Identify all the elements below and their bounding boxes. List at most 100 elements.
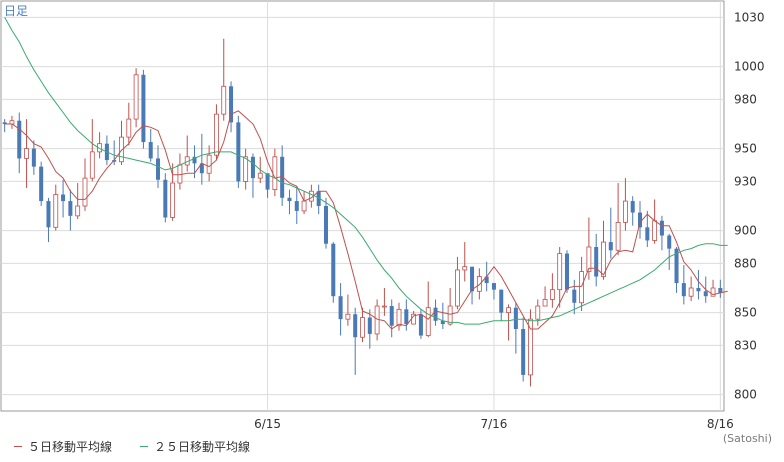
candle-body	[645, 227, 650, 241]
candle-body	[447, 305, 453, 325]
candle-body	[272, 156, 278, 191]
candle-body	[287, 197, 292, 202]
candle-body	[323, 206, 328, 244]
candle-body	[506, 307, 511, 313]
x-tick-label: 7/16	[480, 417, 507, 431]
candle-body	[382, 305, 387, 308]
candle-body	[608, 242, 613, 251]
y-axis-ticks: 800 830 850 880 900 930 950 980 1000 1030	[734, 10, 765, 401]
candle-body	[425, 307, 431, 336]
y-tick-label: 930	[734, 174, 757, 188]
candle-body	[418, 314, 423, 336]
plot-area	[0, 0, 725, 412]
candle-body	[521, 329, 526, 375]
legend: ５日移動平均線 ２５日移動平均線	[14, 438, 250, 455]
candle-body	[331, 243, 336, 297]
candle-body	[688, 287, 694, 297]
candle-body	[667, 235, 672, 249]
candle-body	[31, 148, 36, 167]
candle-body	[696, 288, 701, 292]
candle-body	[528, 318, 533, 376]
candle-body	[572, 289, 577, 303]
candle-body	[513, 307, 518, 329]
candle-body	[360, 317, 365, 338]
y-tick-label: 850	[734, 306, 757, 320]
legend-swatch-ma5	[14, 446, 22, 447]
candle-body	[681, 283, 686, 297]
legend-item-ma5: ５日移動平均線	[14, 438, 112, 455]
candle-body	[703, 291, 708, 297]
period-label: 日足	[4, 4, 29, 18]
candle-body	[133, 74, 139, 120]
candle-body	[75, 205, 81, 217]
candle-body	[46, 201, 51, 228]
candle-body	[170, 182, 176, 218]
price-chart: 800 830 850 880 900 930 950 980 1000 1030 6/15 7/1…	[0, 0, 765, 431]
candle-body	[17, 120, 22, 159]
candle-body	[294, 201, 299, 211]
candle-body	[250, 156, 255, 179]
y-tick-label: 800	[734, 388, 757, 402]
candle-body	[243, 156, 249, 182]
y-tick-label: 880	[734, 256, 757, 270]
candle-body	[221, 85, 227, 115]
candle-body	[345, 313, 351, 320]
candle-body	[433, 307, 438, 321]
legend-label-ma25: ２５日移動平均線	[154, 440, 251, 454]
candle-body	[535, 305, 541, 320]
candle-body	[470, 266, 475, 292]
y-tick-label: 900	[734, 224, 757, 238]
candle-body	[396, 308, 402, 327]
legend-item-ma25: ２５日移動平均線	[140, 438, 250, 455]
candle-body	[39, 166, 44, 202]
candle-body	[53, 194, 59, 228]
candle-body	[659, 220, 664, 236]
y-tick-label: 980	[734, 92, 757, 106]
y-tick-label: 1030	[734, 10, 765, 24]
y-tick-label: 1000	[734, 60, 765, 74]
candle-body	[462, 266, 468, 271]
candle-body	[156, 158, 161, 180]
candle-body	[623, 200, 628, 223]
candle-body	[549, 289, 555, 300]
candle-body	[82, 177, 88, 207]
candle-body	[148, 142, 153, 159]
candle-body	[638, 212, 643, 228]
candle-body	[542, 299, 548, 307]
candle-body	[615, 221, 621, 251]
candle-body	[61, 194, 66, 202]
x-axis-ticks: 6/157/168/169/16	[254, 417, 734, 431]
candle-body	[257, 172, 263, 179]
x-tick-label: 8/16	[707, 417, 734, 431]
candle-body	[389, 306, 394, 326]
candle-body	[229, 86, 234, 123]
candle-body	[236, 122, 241, 182]
legend-swatch-ma25	[140, 446, 149, 447]
legend-label-ma5: ５日移動平均線	[28, 440, 113, 454]
candle-body	[579, 271, 584, 304]
candle-body	[652, 220, 658, 241]
candle-body	[214, 113, 219, 156]
x-tick-label: 6/15	[254, 417, 281, 431]
candle-body	[89, 151, 95, 179]
candle-body	[455, 269, 460, 307]
candle-body	[126, 118, 132, 138]
candle-body	[206, 154, 212, 174]
candle-body	[499, 289, 504, 313]
candle-body	[68, 201, 73, 216]
candle-body	[564, 253, 569, 290]
unit-label: (Satoshi)	[722, 432, 772, 445]
y-tick-label: 830	[734, 338, 757, 352]
candle-body	[404, 309, 409, 325]
candle-body	[353, 314, 358, 338]
candle-body	[630, 201, 635, 213]
y-tick-label: 950	[734, 142, 757, 156]
candle-body	[594, 247, 599, 277]
candle-body	[557, 253, 563, 291]
candle-body	[491, 283, 496, 290]
candle-body	[163, 179, 168, 218]
candle-body	[367, 317, 372, 334]
candle-body	[301, 200, 307, 212]
candle-body	[338, 296, 343, 320]
candle-body	[24, 148, 29, 159]
